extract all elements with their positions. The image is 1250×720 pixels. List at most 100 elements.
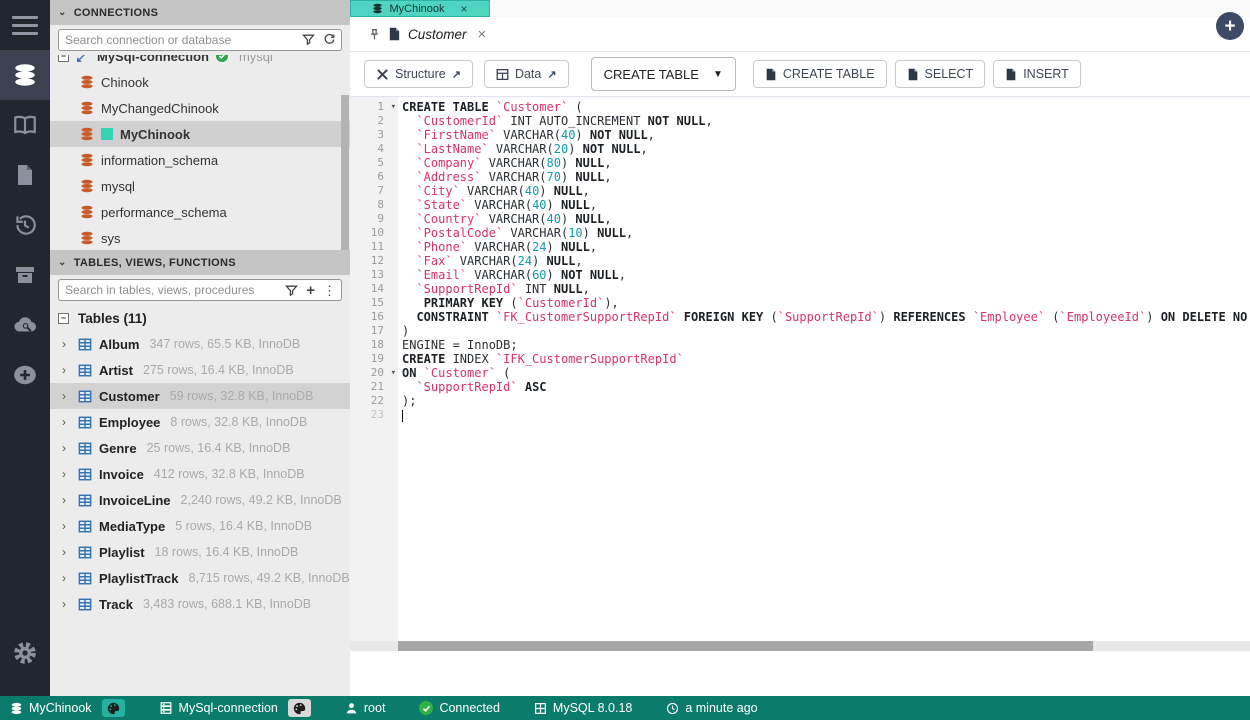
collapse-chevron-icon: ⌄ [58, 7, 67, 18]
connections-panel-header[interactable]: ⌄ CONNECTIONS [50, 0, 350, 25]
scrollbar-thumb[interactable] [398, 641, 1093, 651]
code-line: `City` VARCHAR(40) NULL, [416, 184, 590, 198]
select-button[interactable]: SELECT [894, 60, 986, 88]
table-item-Employee[interactable]: › Employee 8 rows, 32.8 KB, InnoDB [50, 409, 350, 435]
code-line: `Phone` VARCHAR(24) NULL, [416, 240, 598, 254]
archive-icon[interactable] [0, 250, 50, 300]
file-icon [765, 68, 777, 81]
fold-arrow-icon[interactable]: ▾ [391, 366, 396, 380]
table-item-InvoiceLine[interactable]: › InvoiceLine 2,240 rows, 49.2 KB, InnoDB [50, 487, 350, 513]
database-item-MyChangedChinook[interactable]: MyChangedChinook [50, 95, 350, 121]
connection-color-button[interactable] [287, 699, 311, 717]
table-item-PlaylistTrack[interactable]: › PlaylistTrack 8,715 rows, 49.2 KB, InnoD… [50, 565, 350, 591]
database-nav-icon[interactable] [0, 50, 50, 100]
add-table-icon[interactable]: + [306, 283, 315, 298]
expand-chevron-icon[interactable]: › [62, 467, 71, 481]
table-item-Artist[interactable]: › Artist 275 rows, 16.4 KB, InnoDB [50, 357, 350, 383]
line-number: 13 [370, 268, 384, 281]
database-tab-strip: MyChinook × [350, 0, 1250, 17]
fold-arrow-icon[interactable]: ▾ [391, 100, 396, 114]
cloud-search-icon[interactable] [0, 300, 50, 350]
table-item-Track[interactable]: › Track 3,483 rows, 688.1 KB, InnoDB [50, 591, 350, 617]
tables-panel-header[interactable]: ⌄ TABLES, VIEWS, FUNCTIONS [50, 250, 350, 275]
code-line: `Email` VARCHAR(60) NOT NULL, [416, 268, 626, 282]
settings-icon[interactable] [0, 628, 50, 678]
close-icon[interactable]: × [478, 26, 487, 43]
database-item-sys[interactable]: sys [50, 225, 350, 250]
add-nav-icon[interactable] [0, 350, 50, 400]
pin-icon[interactable] [368, 28, 381, 41]
insert-button[interactable]: INSERT [993, 60, 1081, 88]
menu-icon[interactable] [0, 0, 50, 50]
expand-chevron-icon[interactable]: › [62, 545, 71, 559]
table-item-MediaType[interactable]: › MediaType 5 rows, 16.4 KB, InnoDB [50, 513, 350, 539]
line-number: 11 [370, 240, 384, 253]
expand-chevron-icon[interactable]: › [62, 519, 71, 533]
connections-search-input[interactable] [58, 29, 342, 51]
tables-group-row[interactable]: − Tables (11) [50, 305, 350, 331]
close-icon[interactable]: × [461, 2, 468, 16]
filter-icon[interactable] [302, 33, 315, 46]
sql-template-select[interactable]: CREATE TABLE ▼ [590, 57, 736, 91]
table-item-Album[interactable]: › Album 347 rows, 65.5 KB, InnoDB [50, 331, 350, 357]
expand-chevron-icon[interactable]: › [62, 415, 71, 429]
line-number: 20 ▾ [370, 366, 396, 380]
sidebar: ⌄ CONNECTIONS − MySql-connection mysql C… [50, 0, 350, 696]
database-item-MyChinook[interactable]: MyChinook [50, 121, 350, 147]
collapse-box-icon[interactable]: − [58, 312, 69, 324]
expand-chevron-icon[interactable]: › [62, 337, 71, 351]
file-nav-icon[interactable] [0, 150, 50, 200]
expand-chevron-icon[interactable]: › [62, 363, 71, 377]
line-number: 1 ▾ [377, 100, 396, 114]
sql-code[interactable]: CREATE TABLE `Customer` ( `CustomerId` I… [398, 97, 1250, 641]
table-item-Genre[interactable]: › Genre 25 rows, 16.4 KB, InnoDB [50, 435, 350, 461]
table-item-Invoice[interactable]: › Invoice 412 rows, 32.8 KB, InnoDB [50, 461, 350, 487]
database-item-mysql[interactable]: mysql [50, 173, 350, 199]
table-icon [78, 442, 92, 455]
expand-chevron-icon[interactable]: › [62, 597, 71, 611]
database-color-button[interactable] [101, 699, 125, 717]
structure-button[interactable]: Structure ↗ [364, 60, 473, 88]
expand-chevron-icon[interactable]: › [62, 493, 71, 507]
table-item-Customer[interactable]: › Customer 59 rows, 32.8 KB, InnoDB [50, 383, 350, 409]
database-tab[interactable]: MyChinook × [350, 0, 490, 17]
database-item-performance_schema[interactable]: performance_schema [50, 199, 350, 225]
database-icon [80, 101, 94, 115]
collapse-box-icon[interactable]: − [58, 55, 69, 62]
collapse-chevron-icon: ⌄ [58, 257, 67, 268]
create-table-button[interactable]: CREATE TABLE [752, 60, 887, 88]
expand-chevron-icon[interactable]: › [62, 389, 71, 403]
status-database: MyChinook [10, 701, 92, 715]
code-line: `State` VARCHAR(40) NULL, [416, 198, 598, 212]
connection-color-swatch [101, 128, 113, 140]
add-tab-button[interactable]: + [1216, 12, 1244, 40]
database-tab-label: MyChinook [389, 2, 445, 15]
refresh-icon[interactable] [323, 33, 336, 46]
tables-header-label: TABLES, VIEWS, FUNCTIONS [73, 256, 236, 269]
connection-item[interactable]: − MySql-connection mysql [50, 55, 350, 69]
table-icon [78, 390, 92, 403]
sql-editor[interactable]: 1 ▾ 2 3 4 5 6 7 8 9 10 11 12 13 14 15 16 17 18 19 20 ▾ 21 22 23 … [350, 97, 1250, 641]
connections-scrollbar[interactable] [341, 95, 349, 250]
code-line: CONSTRAINT `FK_CustomerSupportRepId` FOR… [416, 310, 1248, 324]
connections-header-label: CONNECTIONS [73, 6, 159, 19]
file-icon [388, 27, 401, 41]
data-button[interactable]: Data ↗ [483, 60, 569, 88]
expand-chevron-icon[interactable]: › [62, 441, 71, 455]
documentation-icon[interactable] [0, 100, 50, 150]
code-line: ) [402, 324, 410, 338]
line-number: 22 [370, 394, 384, 407]
horizontal-scrollbar[interactable] [350, 641, 1250, 651]
table-item-Playlist[interactable]: › Playlist 18 rows, 16.4 KB, InnoDB [50, 539, 350, 565]
expand-chevron-icon[interactable]: › [62, 571, 71, 585]
database-item-information_schema[interactable]: information_schema [50, 147, 350, 173]
connections-tree: − MySql-connection mysql Chinook MyChange… [50, 55, 350, 250]
file-tab-label[interactable]: Customer [408, 27, 467, 42]
database-item-Chinook[interactable]: Chinook [50, 69, 350, 95]
filter-icon[interactable] [285, 284, 299, 297]
line-number: 6 [377, 170, 384, 183]
history-icon[interactable] [0, 200, 50, 250]
file-icon [1005, 68, 1017, 81]
more-menu-icon[interactable]: ⋮ [323, 284, 336, 297]
connections-search-row [50, 25, 350, 55]
